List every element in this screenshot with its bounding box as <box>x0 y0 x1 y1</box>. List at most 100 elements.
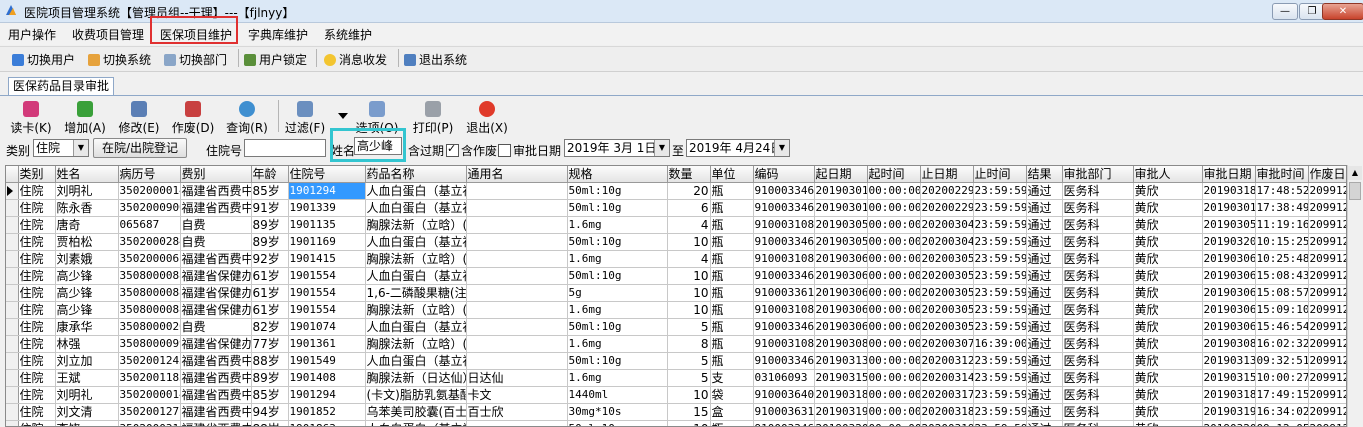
table-cell[interactable]: 乌苯美司胶囊(百士欣) <box>365 403 467 421</box>
table-cell[interactable]: 医务科 <box>1062 369 1134 387</box>
table-cell[interactable]: 910003361 <box>753 284 815 302</box>
table-cell[interactable]: 刘素娥 <box>55 250 119 268</box>
table-cell[interactable]: 高少锋 <box>55 301 119 319</box>
table-cell[interactable]: 黄欣 <box>1133 335 1203 353</box>
table-cell[interactable]: 胸腺法新（立晗）(注) <box>365 335 467 353</box>
table-cell[interactable]: 福建省西费中 <box>180 250 252 268</box>
exit-system-button[interactable]: 退出系统 <box>404 51 467 68</box>
table-cell[interactable]: 350200124501 <box>118 352 181 370</box>
table-cell[interactable]: 1901294 <box>288 386 366 404</box>
table-cell[interactable]: 1.6mg <box>567 369 668 387</box>
table-cell[interactable]: 人血白蛋白（基立福） <box>365 318 467 336</box>
table-cell[interactable]: 23:59:59 <box>973 284 1027 302</box>
table-cell[interactable]: 20190301 <box>814 199 868 217</box>
type-select[interactable]: 住院 ▼ <box>33 139 89 157</box>
table-cell[interactable]: 福建省西费中 <box>180 352 252 370</box>
table-cell[interactable]: 910003346 <box>753 267 815 285</box>
table-cell[interactable]: 高少锋 <box>55 267 119 285</box>
table-cell[interactable]: 350200031101 <box>118 420 181 426</box>
table-cell[interactable]: 82岁 <box>251 318 289 336</box>
table-cell[interactable]: 通过 <box>1026 420 1063 426</box>
table-cell[interactable]: 20190306 <box>814 267 868 285</box>
table-cell[interactable]: 盒 <box>710 403 754 421</box>
column-header[interactable]: 起时间 <box>867 166 921 183</box>
table-cell[interactable]: 袋 <box>710 386 754 404</box>
table-cell[interactable]: 17:38:49 <box>1255 199 1309 217</box>
table-cell[interactable]: 支 <box>710 369 754 387</box>
table-cell[interactable]: 黄欣 <box>1133 284 1203 302</box>
column-header[interactable]: 规格 <box>567 166 668 183</box>
table-cell[interactable]: 20991231 <box>1308 318 1346 336</box>
table-cell[interactable]: 黄欣 <box>1133 301 1203 319</box>
table-cell[interactable]: 人血白蛋白（基立福） <box>365 420 467 426</box>
table-cell[interactable]: 10 <box>667 301 711 319</box>
table-cell[interactable]: 00:00:00 <box>867 216 921 234</box>
table-cell[interactable]: 20190306 <box>814 250 868 268</box>
message-button[interactable]: 消息收发 <box>324 51 387 68</box>
table-cell[interactable]: 20190313 <box>814 352 868 370</box>
table-cell[interactable]: 医务科 <box>1062 284 1134 302</box>
table-cell[interactable]: 350200001409 <box>118 386 181 404</box>
table-cell[interactable]: 医务科 <box>1062 216 1134 234</box>
table-cell[interactable]: 23:59:59 <box>973 369 1027 387</box>
table-cell[interactable]: 350200028409 <box>118 233 181 251</box>
void-button[interactable]: 作废(D) <box>168 101 218 136</box>
table-cell[interactable]: 1,6-二磷酸果糖(注) <box>365 284 467 302</box>
approval-grid[interactable]: 类别 姓名 病历号 费别 年龄 住院号 药品名称 通用名 规格 数量 单位 编码 起日期 起时间 止日期 止时… <box>5 165 1347 427</box>
table-row[interactable]: 住院李饶350200031101福建省西费中88岁1901863人血白蛋白（基立… <box>6 420 1346 426</box>
table-cell[interactable]: 910003346 <box>753 233 815 251</box>
column-header[interactable]: 病历号 <box>118 166 181 183</box>
table-cell[interactable]: 350200001409 <box>118 182 181 200</box>
table-cell[interactable] <box>466 267 568 285</box>
table-cell[interactable]: 910003346 <box>753 420 815 426</box>
table-cell[interactable]: 20200229 <box>920 182 974 200</box>
table-cell[interactable]: 00:00:00 <box>867 369 921 387</box>
table-cell[interactable]: 03106093 <box>753 369 815 387</box>
table-cell[interactable]: 1901852 <box>288 403 366 421</box>
table-cell[interactable] <box>466 233 568 251</box>
table-cell[interactable]: 23:59:59 <box>973 301 1027 319</box>
table-cell[interactable]: 1901408 <box>288 369 366 387</box>
table-cell[interactable]: 910003346 <box>753 199 815 217</box>
table-cell[interactable]: 20 <box>667 182 711 200</box>
table-cell[interactable]: 350200090021 <box>118 199 181 217</box>
table-cell[interactable]: 20991231 <box>1308 369 1346 387</box>
table-cell[interactable]: 00:00:00 <box>867 284 921 302</box>
table-cell[interactable]: 林强 <box>55 335 119 353</box>
table-cell[interactable]: 黄欣 <box>1133 369 1203 387</box>
table-cell[interactable]: 人血白蛋白（基立福） <box>365 233 467 251</box>
table-cell[interactable]: 医务科 <box>1062 318 1134 336</box>
table-cell[interactable]: 人血白蛋白（基立福） <box>365 352 467 370</box>
table-cell[interactable]: 瓶 <box>710 284 754 302</box>
table-cell[interactable]: 92岁 <box>251 250 289 268</box>
table-cell[interactable]: 人血白蛋白（基立福） <box>365 182 467 200</box>
query-button[interactable]: 查询(R) <box>222 101 272 136</box>
table-cell[interactable]: 00:00:00 <box>867 352 921 370</box>
table-cell[interactable]: 瓶 <box>710 267 754 285</box>
table-cell[interactable]: 10:25:48 <box>1255 250 1309 268</box>
table-cell[interactable]: 住院 <box>18 199 56 217</box>
table-cell[interactable]: 50ml:10g <box>567 267 668 285</box>
table-cell[interactable]: 黄欣 <box>1133 352 1203 370</box>
table-cell[interactable]: 350800002611 <box>118 318 181 336</box>
column-header[interactable]: 起日期 <box>814 166 868 183</box>
table-cell[interactable]: 350800008834 <box>118 301 181 319</box>
table-cell[interactable]: 通过 <box>1026 233 1063 251</box>
table-cell[interactable]: 15:09:10 <box>1255 301 1309 319</box>
table-cell[interactable]: 瓶 <box>710 233 754 251</box>
table-cell[interactable]: 20200318 <box>920 403 974 421</box>
table-cell[interactable]: 20991231 <box>1308 284 1346 302</box>
table-cell[interactable]: 1901294 <box>288 182 366 200</box>
table-cell[interactable]: 20200304 <box>920 233 974 251</box>
table-cell[interactable] <box>466 301 568 319</box>
approve-date-checkbox[interactable]: 审批日期 <box>498 142 561 159</box>
table-cell[interactable]: 住院 <box>18 284 56 302</box>
table-cell[interactable]: 910003108 <box>753 335 815 353</box>
table-cell[interactable]: 20991231 <box>1308 420 1346 426</box>
table-cell[interactable]: 陈永香 <box>55 199 119 217</box>
table-row[interactable]: 住院唐奇065687自费89岁1901135胸腺法新（立晗）(注) 1.6mg4瓶… <box>6 216 1346 234</box>
table-cell[interactable]: 85岁 <box>251 182 289 200</box>
table-cell[interactable]: 瓶 <box>710 352 754 370</box>
table-cell[interactable]: 福建省西费中 <box>180 386 252 404</box>
table-cell[interactable]: 住院 <box>18 301 56 319</box>
